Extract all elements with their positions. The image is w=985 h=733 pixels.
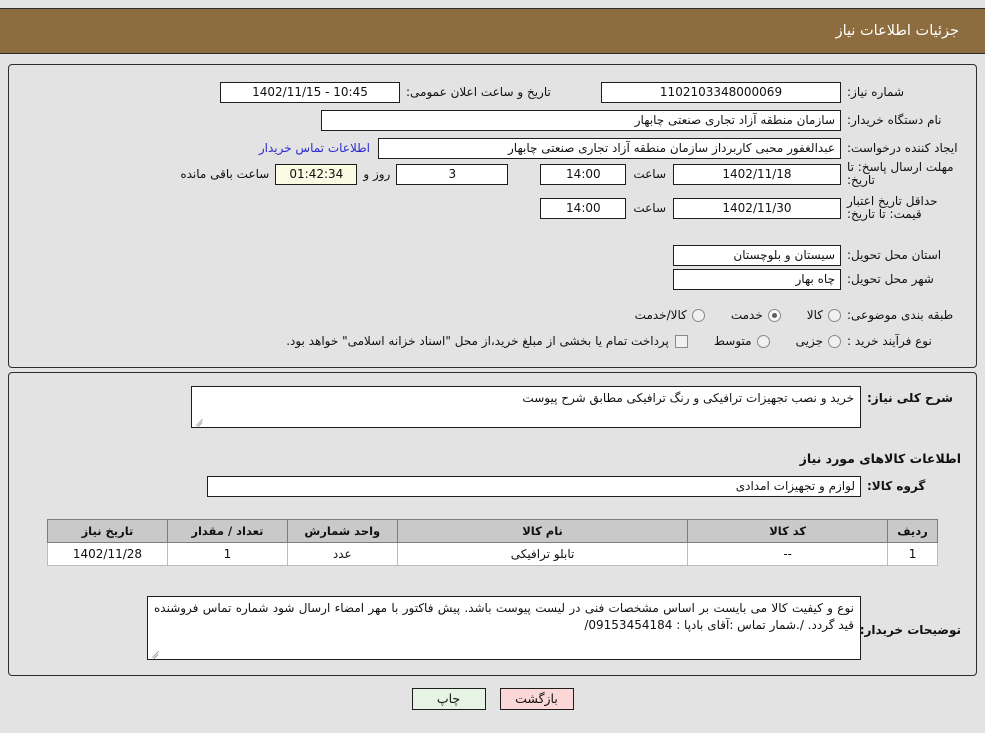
goods-table: ردیف کد کالا نام کالا واحد شمارش تعداد /… <box>47 519 938 566</box>
need-summary-textarea[interactable]: خرید و نصب تجهیزات ترافیکی و رنگ ترافیکی… <box>191 386 861 428</box>
treasury-checkbox-label: پرداخت تمام یا بخشی از مبلغ خرید،از محل … <box>286 334 669 348</box>
need-summary-row: شرح کلی نیاز: <box>861 388 961 409</box>
response-deadline-date: 1402/11/18 <box>673 163 841 185</box>
category-row: طبقه بندی موضوعی: کالا خدمت کالا/خدمت <box>635 303 961 327</box>
requester-label: ایجاد کننده درخواست: <box>847 141 958 155</box>
goods-col-quantity: تعداد / مقدار <box>166 519 288 543</box>
price-validity-row: حداقل تاریخ اعتبار قیمت: تا تاریخ: 1402/… <box>540 194 961 221</box>
goods-section-heading: اطلاعات کالاهای مورد نیاز <box>799 450 961 466</box>
buyer-org-row: نام دستگاه خریدار: سازمان منطقه آزاد تجا… <box>321 108 961 132</box>
goods-cell-name: تابلو ترافیکی <box>396 542 689 566</box>
process-type-label: نوع فرآیند خرید : <box>847 334 932 348</box>
need-number-row: شماره نیاز: 1102103348000069 <box>601 80 961 104</box>
category-option-1-label: خدمت <box>730 308 763 322</box>
goods-table-header-row: ردیف کد کالا نام کالا واحد شمارش تعداد /… <box>47 519 938 543</box>
remaining-time-suffix: ساعت باقی مانده <box>180 167 270 181</box>
public-announce-row: تاریخ و ساعت اعلان عمومی: 10:45 - 1402/1… <box>220 80 588 104</box>
province-value: سیستان و بلوچستان <box>673 244 841 266</box>
goods-cell-needdate: 1402/11/28 <box>47 542 168 566</box>
response-deadline-label: مهلت ارسال پاسخ: تا تاریخ: <box>847 160 954 187</box>
price-validity-time: 14:00 <box>540 197 627 219</box>
goods-cell-quantity: 1 <box>166 542 288 566</box>
process-radio-jozee[interactable] <box>828 334 841 348</box>
remaining-time-value: 01:42:34 <box>275 163 358 185</box>
goods-group-value: لوازم و تجهیزات امدادی <box>207 475 861 497</box>
resize-grip-icon <box>194 415 205 427</box>
response-deadline-hour-label: ساعت <box>633 167 666 181</box>
buyer-org-value: سازمان منطقه آزاد تجاری صنعتی چابهار <box>321 109 841 131</box>
page-header: جزئیات اطلاعات نیاز <box>0 8 985 54</box>
response-deadline-time: 14:00 <box>540 163 627 185</box>
goods-cell-unit: عدد <box>286 542 398 566</box>
goods-col-needdate: تاریخ نیاز <box>47 519 168 543</box>
goods-heading-row: اطلاعات کالاهای مورد نیاز <box>794 446 961 470</box>
province-row: استان محل تحویل: سیستان و بلوچستان <box>673 243 961 267</box>
province-label: استان محل تحویل: <box>847 248 942 262</box>
page-title: جزئیات اطلاعات نیاز <box>835 23 959 39</box>
requester-value: عبدالغفور محبی کاربرداز سازمان منطقه آزا… <box>378 137 841 159</box>
price-validity-label: حداقل تاریخ اعتبار قیمت: تا تاریخ: <box>847 194 938 221</box>
need-number-label: شماره نیاز: <box>847 85 904 99</box>
category-option-0-label: کالا <box>806 308 823 322</box>
city-value: چاه بهار <box>673 268 841 290</box>
print-button[interactable]: چاپ <box>411 688 486 710</box>
remaining-days-value: 3 <box>396 163 509 185</box>
goods-col-unit: واحد شمارش <box>286 519 398 543</box>
category-option-2-label: کالا/خدمت <box>634 308 687 322</box>
category-radio-khedmat[interactable] <box>767 308 781 322</box>
category-radio-kala[interactable] <box>828 308 841 322</box>
buyer-notes-row: توضیحات خریدار: <box>859 618 961 642</box>
need-summary-label: شرح کلی نیاز: <box>867 391 953 405</box>
process-type-row: نوع فرآیند خرید : جزیی متوسط پرداخت تمام… <box>286 329 961 353</box>
remaining-days-suffix: روز و <box>363 167 391 181</box>
goods-cell-radif: 1 <box>887 542 938 566</box>
goods-col-name: نام کالا <box>396 519 689 543</box>
price-validity-hour-label: ساعت <box>633 201 666 215</box>
goods-col-radif: ردیف <box>887 519 938 543</box>
goods-col-code: کد کالا <box>687 519 889 543</box>
process-radio-motavaset[interactable] <box>756 334 770 348</box>
resize-grip-icon-notes <box>150 647 161 659</box>
need-number-value: 1102103348000069 <box>601 81 841 103</box>
buyer-notes-label: توضیحات خریدار: <box>859 623 961 637</box>
buyer-notes-textarea[interactable]: نوع و کیفیت کالا می بایست بر اساس مشخصات… <box>147 596 861 660</box>
category-label: طبقه بندی موضوعی: <box>847 308 954 322</box>
buyer-org-label: نام دستگاه خریدار: <box>847 113 942 127</box>
buyer-notes-value: نوع و کیفیت کالا می بایست بر اساس مشخصات… <box>154 601 854 632</box>
response-deadline-row: مهلت ارسال پاسخ: تا تاریخ: 1402/11/18 سا… <box>180 160 961 187</box>
city-label: شهر محل تحویل: <box>847 272 934 286</box>
goods-cell-code: -- <box>687 542 889 566</box>
need-summary-value: خرید و نصب تجهیزات ترافیکی و رنگ ترافیکی… <box>522 391 854 405</box>
back-button[interactable]: بازگشت <box>499 688 574 710</box>
buyer-contact-link[interactable]: اطلاعات تماس خریدار <box>259 141 378 155</box>
action-button-bar: بازگشت چاپ <box>0 688 985 710</box>
public-announce-label: تاریخ و ساعت اعلان عمومی: <box>406 85 551 99</box>
city-row: شهر محل تحویل: چاه بهار <box>673 267 961 291</box>
table-row: 1 -- تابلو ترافیکی عدد 1 1402/11/28 <box>47 542 938 566</box>
price-validity-date: 1402/11/30 <box>673 197 841 219</box>
process-option-1-label: متوسط <box>713 334 752 348</box>
requester-row: ایجاد کننده درخواست: عبدالغفور محبی کارب… <box>259 136 961 160</box>
goods-group-label: گروه کالا: <box>867 479 926 493</box>
treasury-checkbox[interactable] <box>674 334 688 348</box>
goods-group-row: گروه کالا: لوازم و تجهیزات امدادی <box>207 474 961 498</box>
process-option-0-label: جزیی <box>795 334 823 348</box>
category-radio-kala-khedmat[interactable] <box>691 308 705 322</box>
public-announce-value: 10:45 - 1402/11/15 <box>220 81 400 103</box>
